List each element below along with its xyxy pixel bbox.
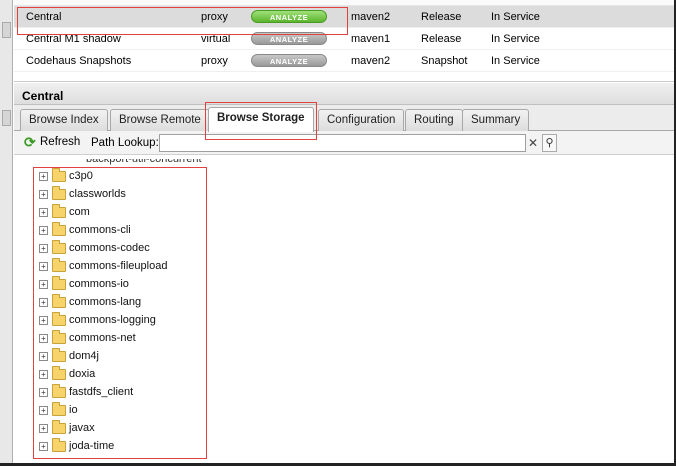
tab-routing[interactable]: Routing <box>405 109 463 131</box>
tree-cut-off-item: backport-util-concurrent <box>34 159 214 167</box>
path-lookup-label: Path Lookup: <box>91 137 159 149</box>
tree-highlight-box <box>33 167 207 459</box>
search-icon[interactable]: ⚲ <box>542 134 557 152</box>
repo-policy: Release <box>421 32 462 45</box>
tab-browse-remote[interactable]: Browse Remote <box>110 109 210 131</box>
tree-node-label: backport-util-concurrent <box>86 159 202 165</box>
clear-icon[interactable]: ✕ <box>526 135 540 151</box>
tab-browse-storage[interactable]: Browse Storage <box>208 107 314 132</box>
tab-strip: Browse Index Browse Remote Browse Storag… <box>14 105 674 132</box>
selection-highlight-box <box>17 7 348 35</box>
repo-status: In Service <box>491 10 540 23</box>
repo-status: In Service <box>491 54 540 67</box>
refresh-button[interactable]: ⟳ Refresh <box>24 135 80 149</box>
left-sidebar-strip <box>0 0 13 466</box>
panel-title: Central <box>14 83 674 105</box>
repo-format: maven2 <box>351 10 391 23</box>
repo-policy: Snapshot <box>421 54 468 67</box>
table-separator <box>14 72 674 82</box>
repo-format: maven1 <box>351 32 391 45</box>
storage-toolbar: ⟳ Refresh Path Lookup: ✕ ⚲ <box>14 131 674 155</box>
repo-name: Codehaus Snapshots <box>26 54 132 67</box>
repository-row[interactable]: Codehaus Snapshots proxy ANALYZE maven2 … <box>14 50 674 72</box>
left-strip-tab[interactable] <box>2 110 11 126</box>
left-strip-tab[interactable] <box>2 22 11 38</box>
repo-type: proxy <box>201 54 228 67</box>
refresh-label: Refresh <box>40 136 81 148</box>
repo-format: maven2 <box>351 54 391 67</box>
analyze-button[interactable]: ANALYZE <box>251 54 327 67</box>
tab-summary[interactable]: Summary <box>462 109 530 131</box>
tab-configuration[interactable]: Configuration <box>318 109 405 131</box>
repo-status: In Service <box>491 32 540 45</box>
tab-browse-index[interactable]: Browse Index <box>20 109 108 131</box>
repo-policy: Release <box>421 10 462 23</box>
refresh-icon: ⟳ <box>24 134 36 150</box>
